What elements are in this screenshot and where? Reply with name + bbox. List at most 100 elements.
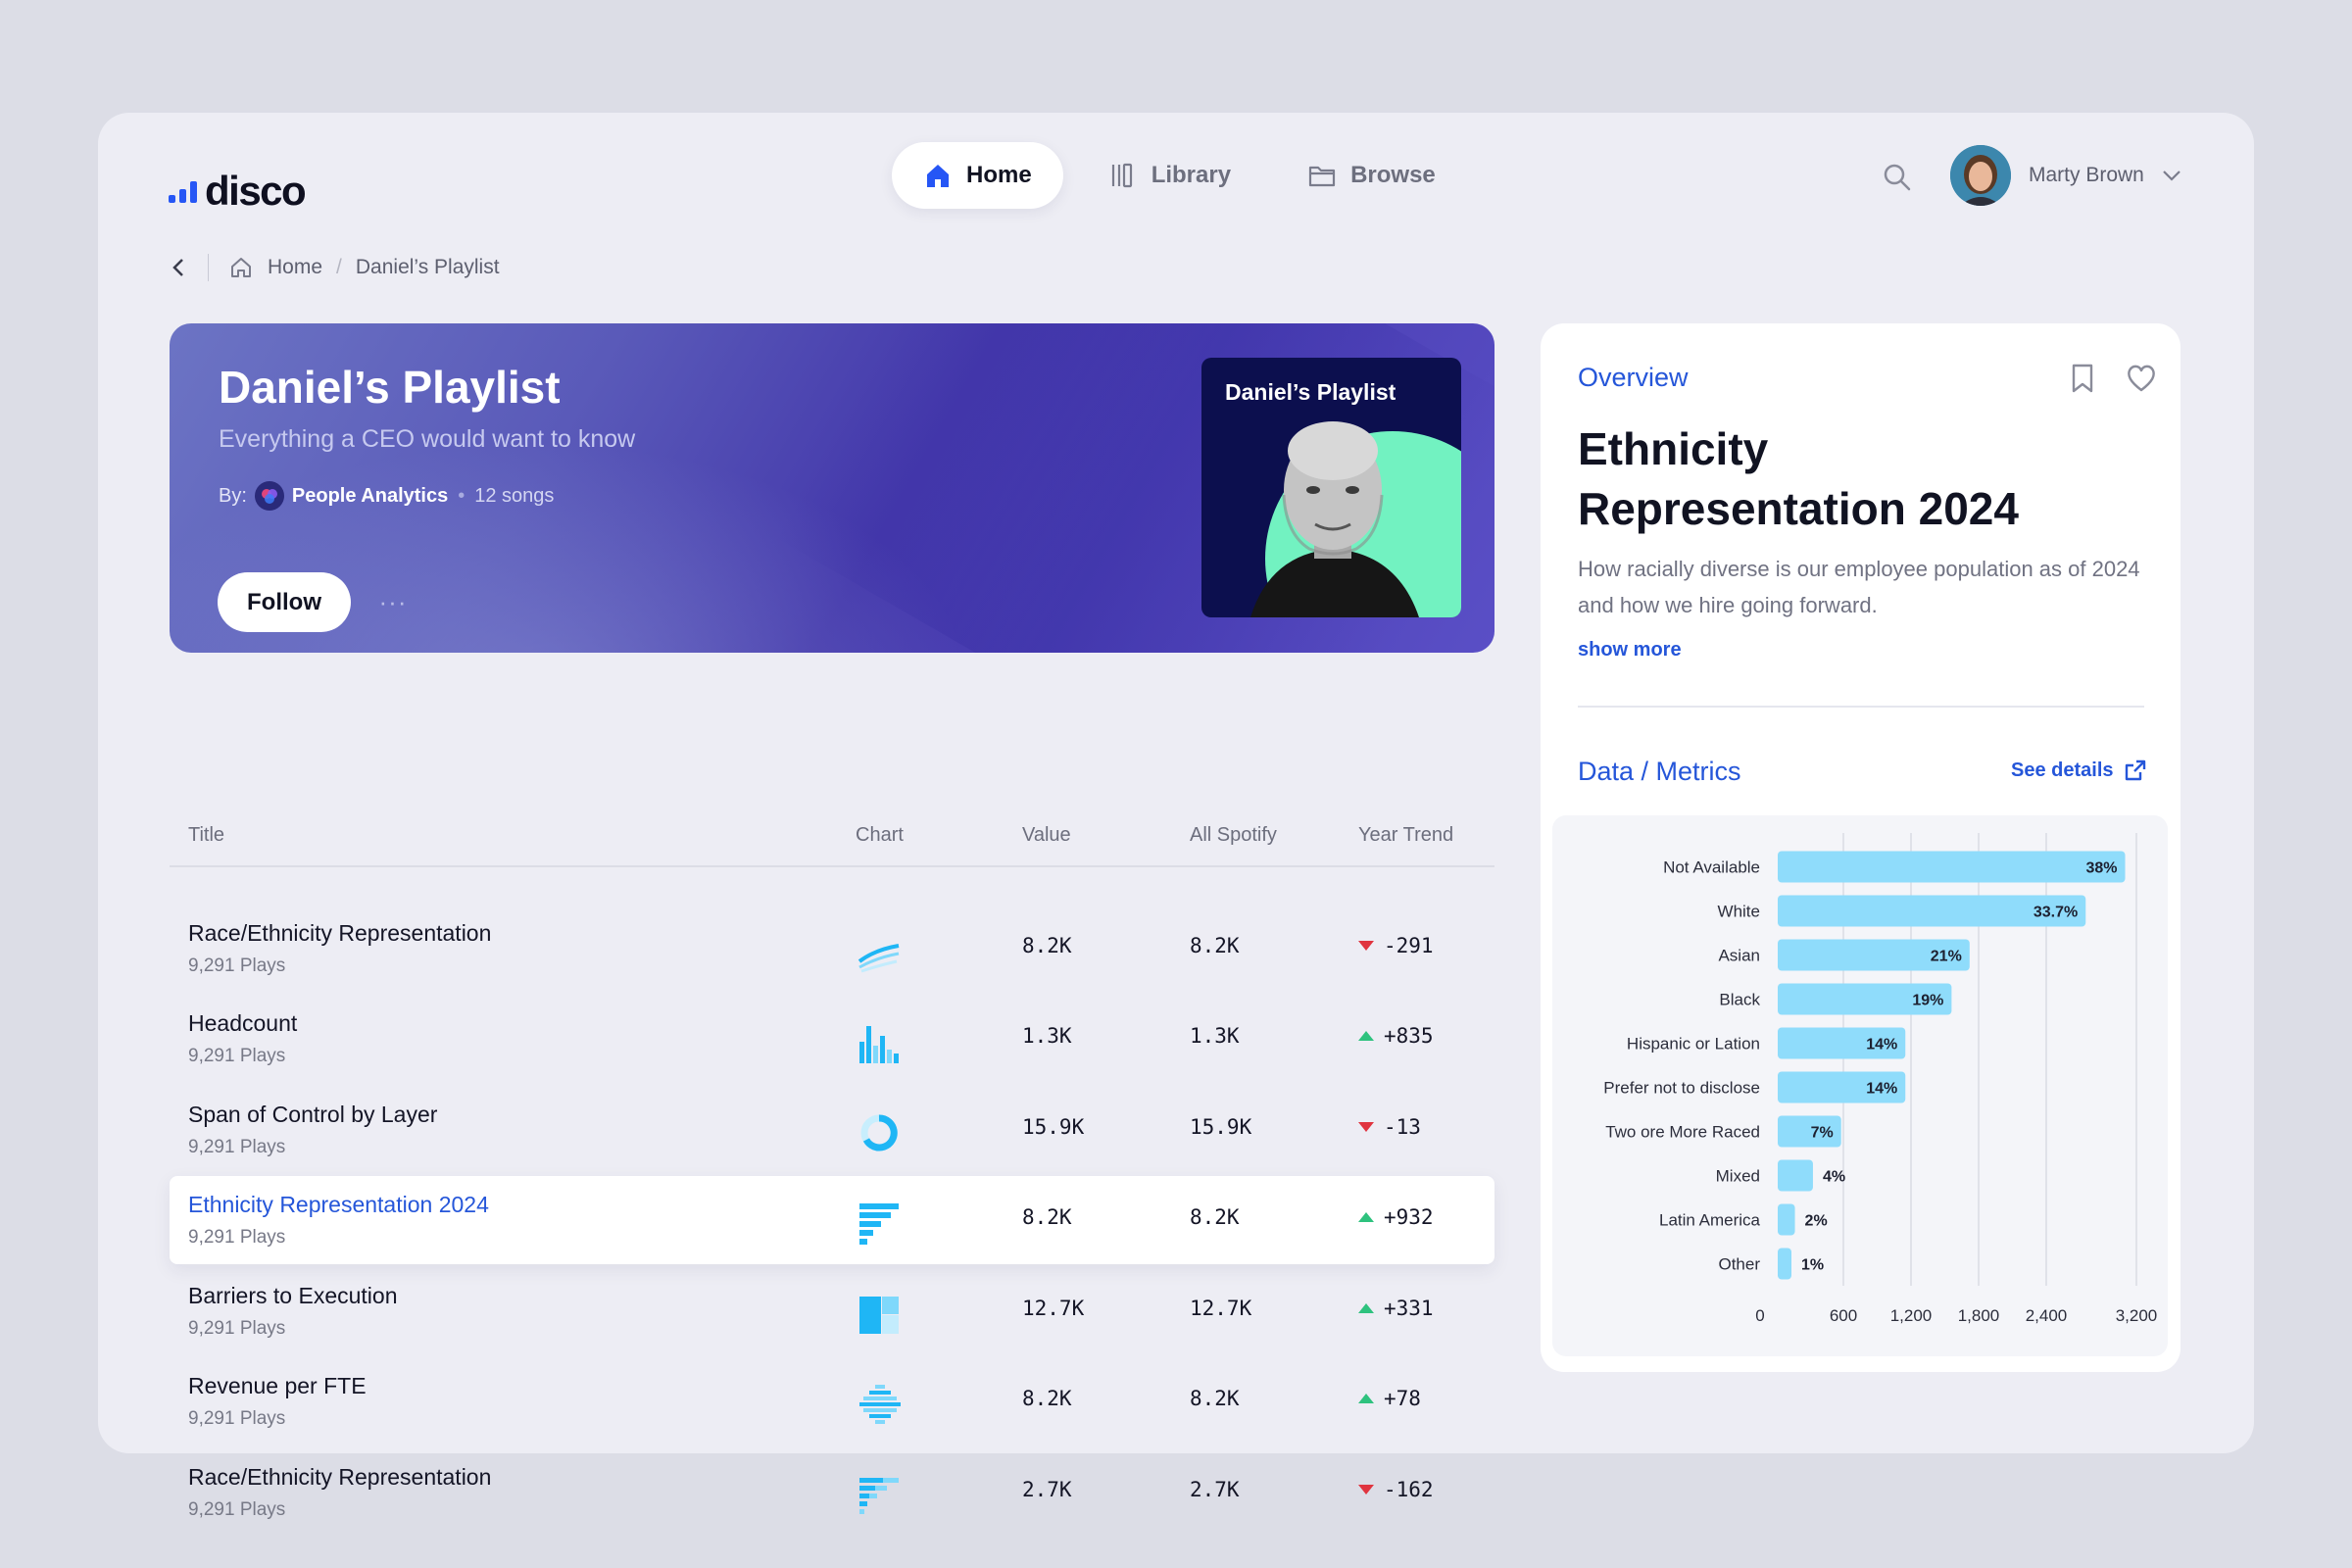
col-chart[interactable]: Chart [856, 824, 904, 847]
avatar [1950, 145, 2011, 206]
x-tick-label: 0 [1755, 1306, 1764, 1325]
table-row[interactable]: Revenue per FTE 9,291 Plays 8.2K 8.2K +78 [170, 1357, 1494, 1446]
folder-icon [1308, 166, 1336, 187]
breadcrumb: Home / Daniel’s Playlist [169, 248, 500, 287]
bar-value-label: 7% [1811, 1125, 1834, 1142]
nav-home[interactable]: Home [892, 142, 1063, 209]
row-title[interactable]: Race/Ethnicity Representation [188, 1464, 491, 1491]
row-all-spotify: 1.3K [1190, 1024, 1240, 1048]
row-title[interactable]: Barriers to Execution [188, 1283, 397, 1309]
divider [1578, 706, 2144, 708]
overview-description: How racially diverse is our employee pop… [1578, 557, 2140, 617]
bar[interactable] [1778, 1159, 1813, 1192]
col-year-trend[interactable]: Year Trend [1358, 824, 1453, 847]
row-all-spotify: 15.9K [1190, 1115, 1252, 1139]
row-value: 8.2K [1022, 1205, 1072, 1229]
col-all-spotify[interactable]: All Spotify [1190, 824, 1277, 847]
overview-label[interactable]: Overview [1578, 363, 1689, 393]
meta-dot: • [458, 484, 466, 507]
table-row[interactable]: Barriers to Execution 9,291 Plays 12.7K 12.… [170, 1267, 1494, 1355]
col-value[interactable]: Value [1022, 824, 1071, 847]
user-menu[interactable]: Marty Brown [1950, 145, 2181, 206]
category-label: Other [1718, 1255, 1760, 1274]
category-label: Not Available [1663, 858, 1760, 877]
see-details-label: See details [2011, 759, 2114, 781]
row-trend-value: +835 [1384, 1024, 1434, 1048]
row-title[interactable]: Span of Control by Layer [188, 1102, 437, 1128]
trend-up-icon [1358, 1394, 1374, 1403]
overview-title: Ethnicity Representation 2024 [1578, 423, 2019, 534]
breadcrumb-home[interactable]: Home [268, 256, 322, 279]
see-details-link[interactable]: See details [2011, 759, 2147, 782]
nav-home-label: Home [966, 162, 1032, 188]
playlist-author[interactable]: People Analytics [292, 485, 448, 508]
row-all-spotify: 8.2K [1190, 1387, 1240, 1410]
row-value: 15.9K [1022, 1115, 1085, 1139]
row-plays: 9,291 Plays [188, 1408, 286, 1429]
table-row[interactable]: Headcount 9,291 Plays 1.3K 1.3K +835 [170, 995, 1494, 1083]
bar-value-label: 21% [1931, 949, 1962, 965]
nav-browse-label: Browse [1350, 162, 1436, 188]
col-title[interactable]: Title [188, 824, 224, 847]
by-label: By: [219, 484, 247, 507]
row-trend: +835 [1358, 1024, 1434, 1048]
row-value: 12.7K [1022, 1297, 1085, 1320]
category-label: Asian [1718, 947, 1760, 965]
table-row[interactable]: Race/Ethnicity Representation 9,291 Plays… [170, 905, 1494, 993]
row-value: 1.3K [1022, 1024, 1072, 1048]
nav-browse[interactable]: Browse [1276, 142, 1467, 209]
bar[interactable] [1778, 851, 2126, 883]
playlist-cover: Daniel’s Playlist [1201, 358, 1461, 617]
search-icon [1884, 164, 1911, 191]
row-all-spotify: 8.2K [1190, 934, 1240, 957]
row-trend-value: -13 [1384, 1115, 1421, 1139]
table-row[interactable]: Span of Control by Layer 9,291 Plays 15.9K… [170, 1086, 1494, 1174]
row-trend-value: +932 [1384, 1205, 1434, 1229]
show-more-link[interactable]: show more [1578, 639, 1682, 662]
table-row[interactable]: Ethnicity Representation 2024 9,291 Plays… [170, 1176, 1494, 1264]
home-outline-icon [231, 258, 251, 277]
row-plays: 9,291 Plays [188, 1046, 286, 1066]
top-nav: Home Library Browse [892, 142, 1467, 209]
x-tick-label: 3,200 [2116, 1306, 2158, 1325]
row-title[interactable]: Revenue per FTE [188, 1373, 367, 1399]
table-row[interactable]: Race/Ethnicity Representation 9,291 Plays… [170, 1448, 1494, 1537]
row-trend: -291 [1358, 934, 1434, 957]
row-value: 8.2K [1022, 1387, 1072, 1410]
bar[interactable] [1778, 1248, 1791, 1280]
breadcrumb-current: Daniel’s Playlist [355, 256, 500, 278]
bar-chart-icon [859, 1203, 899, 1245]
row-value: 8.2K [1022, 934, 1072, 957]
bar-value-label: 1% [1801, 1257, 1824, 1274]
follow-button[interactable]: Follow [218, 572, 351, 632]
user-name: Marty Brown [2029, 164, 2144, 186]
row-trend: +331 [1358, 1297, 1434, 1320]
row-title[interactable]: Headcount [188, 1010, 297, 1037]
category-label: Hispanic or Lation [1627, 1035, 1760, 1054]
bookmark-icon[interactable] [2068, 363, 2097, 394]
back-arrow-icon[interactable] [169, 256, 188, 279]
more-options-button[interactable]: ··· [373, 584, 413, 619]
donut-chart-icon [860, 1114, 898, 1152]
row-trend-value: +331 [1384, 1297, 1434, 1320]
category-label: Prefer not to disclose [1603, 1079, 1760, 1098]
chevron-down-icon [2163, 171, 2180, 181]
row-title[interactable]: Ethnicity Representation 2024 [188, 1192, 489, 1218]
app-logo[interactable]: disco [169, 162, 307, 220]
table-header: Title Chart Value All Spotify Year Trend [170, 803, 1494, 867]
overview-card: Overview Ethnicity Representation 2024 H… [1541, 323, 2180, 1372]
bar[interactable] [1778, 1203, 1795, 1236]
trend-up-icon [1358, 1031, 1374, 1041]
search-button[interactable] [1878, 158, 1917, 197]
cover-title: Daniel’s Playlist [1225, 379, 1396, 405]
playlist-subtitle: Everything a CEO would want to know [219, 425, 636, 453]
bar-value-label: 19% [1912, 993, 1943, 1009]
row-all-spotify: 12.7K [1190, 1297, 1252, 1320]
row-plays: 9,291 Plays [188, 1318, 286, 1339]
row-title[interactable]: Race/Ethnicity Representation [188, 920, 491, 947]
line-chart-icon [858, 944, 900, 973]
nav-library-label: Library [1151, 162, 1232, 188]
heart-icon[interactable] [2125, 363, 2158, 394]
column-chart-icon [859, 1026, 899, 1063]
nav-library[interactable]: Library [1077, 142, 1262, 209]
